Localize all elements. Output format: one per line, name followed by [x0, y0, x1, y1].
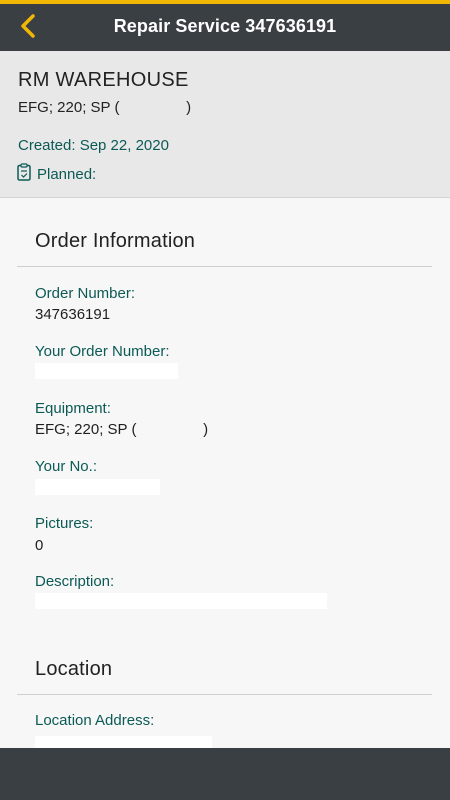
equipment-value: EFG; 220; SP ( )	[35, 421, 209, 438]
your-no-label: Your No.:	[35, 458, 97, 475]
section-divider	[17, 694, 432, 695]
chevron-left-icon	[19, 13, 37, 44]
pictures-label: Pictures:	[35, 515, 94, 532]
order-number-value: 347636191	[35, 306, 111, 323]
pictures-value: 0	[35, 537, 44, 554]
order-number-label: Order Number:	[35, 285, 136, 302]
location-heading: Location	[35, 658, 113, 680]
created-date: Created: Sep 22, 2020	[18, 137, 169, 154]
section-divider	[17, 266, 432, 267]
top-app-bar: Repair Service 347636191	[0, 0, 450, 51]
page-title: Repair Service 347636191	[113, 16, 337, 36]
location-address-value	[35, 736, 212, 748]
status-label: Planned:	[37, 165, 97, 183]
description-label: Description:	[35, 573, 115, 590]
order-information-heading: Order Information	[35, 230, 196, 252]
your-no-value	[35, 479, 160, 495]
details-scroll-area[interactable]: Order Information Order Number: 34763619…	[0, 198, 450, 748]
bottom-bar	[0, 748, 450, 800]
status-row: Planned:	[17, 163, 96, 185]
equipment-label: Equipment:	[35, 400, 111, 417]
clipboard-icon	[17, 163, 31, 185]
your-order-number-value	[35, 363, 178, 379]
location-address-label: Location Address:	[35, 712, 155, 729]
description-value	[35, 593, 327, 609]
your-order-number-label: Your Order Number:	[35, 343, 170, 360]
summary-equipment: EFG; 220; SP ( )	[18, 99, 192, 116]
service-summary-card: RM WAREHOUSE EFG; 220; SP ( ) Created: S…	[0, 51, 450, 198]
back-button[interactable]	[8, 8, 48, 48]
site-name: RM WAREHOUSE	[18, 69, 189, 91]
